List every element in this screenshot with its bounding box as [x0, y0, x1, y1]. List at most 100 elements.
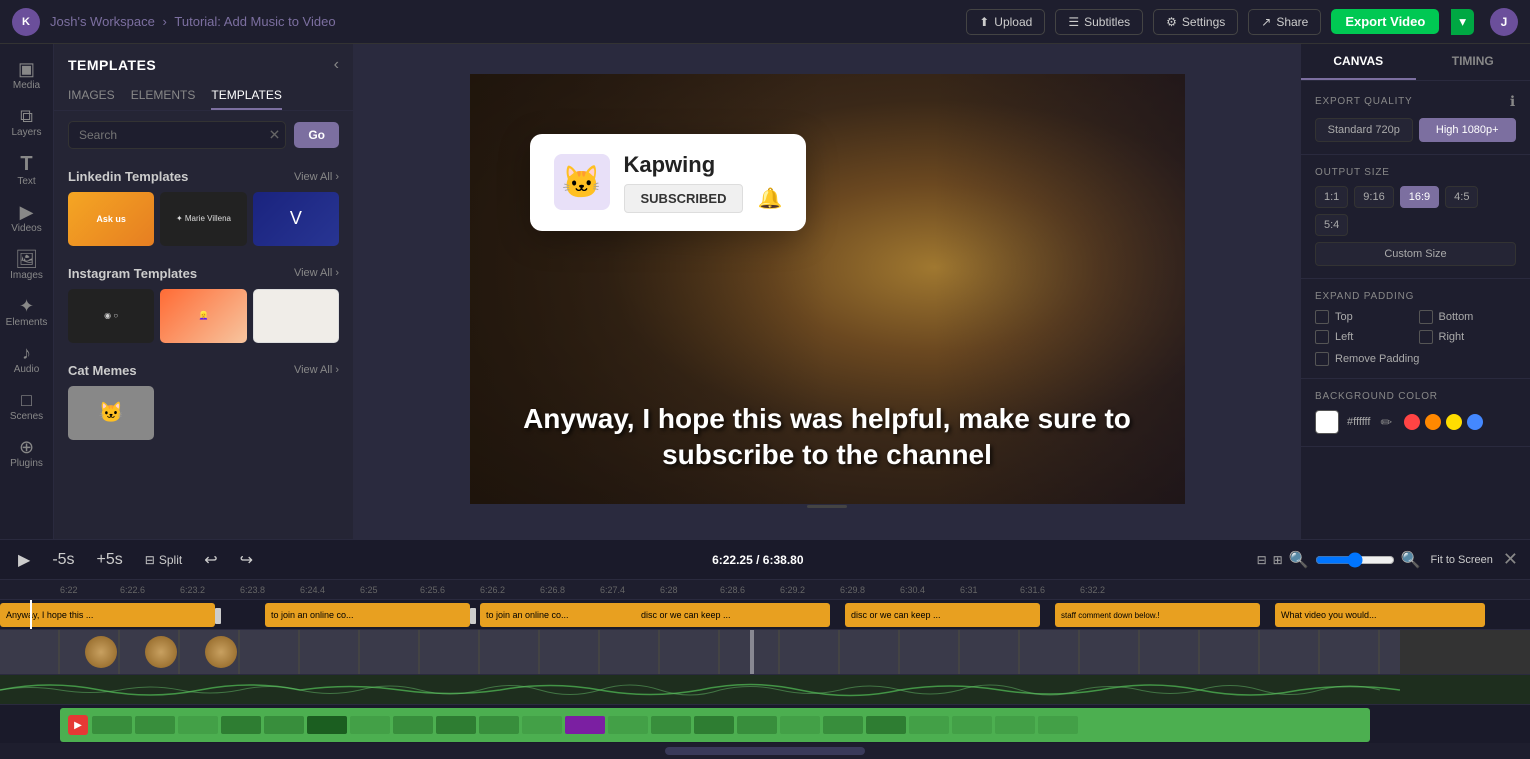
avatar[interactable]: J [1490, 8, 1518, 36]
tab-templates[interactable]: TEMPLATES [211, 82, 281, 110]
sub-segment-2[interactable]: to join an online co... [265, 603, 470, 627]
preset-color-yellow[interactable] [1446, 414, 1462, 430]
sub-segment-5[interactable]: disc or we can keep ... [845, 603, 1040, 627]
search-go-button[interactable]: Go [294, 122, 339, 148]
plus5-button[interactable]: +5s [91, 548, 129, 572]
quality-standard[interactable]: Standard 720p [1315, 118, 1413, 142]
linkedin-template-3[interactable]: V [253, 192, 339, 246]
linkedin-template-2[interactable]: ✦ Marie Villena [160, 192, 246, 246]
padding-bottom[interactable]: Bottom [1419, 310, 1517, 324]
tracks-container[interactable]: Anyway, I hope this ... to join an onlin… [0, 600, 1530, 743]
sidebar-item-media[interactable]: ▣ Media [0, 52, 53, 99]
play-button[interactable]: ▶ [12, 547, 36, 573]
timeline-close-button[interactable]: ✕ [1503, 549, 1518, 570]
instagram-template-2[interactable]: 👱‍♀️ [160, 289, 246, 343]
padding-right[interactable]: Right [1419, 330, 1517, 344]
sidebar-item-plugins[interactable]: ⊕ Plugins [0, 430, 53, 477]
padding-bottom-check[interactable] [1419, 310, 1433, 324]
sub-segment-1[interactable]: Anyway, I hope this ... [0, 603, 215, 627]
sidebar-item-images[interactable]: 🖼 Images [0, 242, 53, 289]
remove-padding-check[interactable] [1315, 352, 1329, 366]
size-4-5[interactable]: 4:5 [1445, 186, 1478, 208]
linkedin-view-all[interactable]: View All › [294, 171, 339, 183]
sub-segment-4[interactable]: disc or we can keep ... [635, 603, 830, 627]
text-icon: T [20, 154, 32, 174]
fit-to-screen-button[interactable]: Fit to Screen [1431, 554, 1493, 566]
panel-title: TEMPLATES [68, 57, 156, 73]
sidebar-item-layers[interactable]: ⧉ Layers [0, 99, 53, 146]
tab-images[interactable]: IMAGES [68, 82, 115, 110]
quality-high[interactable]: High 1080p+ [1419, 118, 1517, 142]
instagram-template-3[interactable] [253, 289, 339, 343]
padding-top[interactable]: Top [1315, 310, 1413, 324]
zoom-slider[interactable] [1315, 552, 1395, 568]
size-1-1[interactable]: 1:1 [1315, 186, 1348, 208]
size-5-4[interactable]: 5:4 [1315, 214, 1348, 236]
sidebar-item-videos[interactable]: ▶ Videos [0, 195, 53, 242]
background-color-section: BACKGROUND COLOR #ffffff ✏ [1301, 379, 1530, 447]
sidebar-item-elements[interactable]: ✦ Elements [0, 289, 53, 336]
instagram-templates-section: Instagram Templates View All › ◉ ○ 👱‍♀️ [54, 256, 353, 343]
sub-segment-6[interactable]: staff comment down below.! [1055, 603, 1260, 627]
undo-button[interactable]: ↩ [198, 547, 223, 573]
size-16-9[interactable]: 16:9 [1400, 186, 1439, 208]
resize-handle[interactable] [470, 504, 1185, 510]
sub-segment-7[interactable]: What video you would... [1275, 603, 1485, 627]
upload-button[interactable]: ⬆ Upload [966, 9, 1045, 35]
export-button[interactable]: Export Video [1331, 9, 1439, 34]
tab-timing[interactable]: TIMING [1416, 44, 1530, 80]
split-button[interactable]: ⊟Split [139, 550, 188, 570]
music-track[interactable]: ▶ [0, 705, 1530, 743]
playhead [30, 600, 32, 630]
search-input[interactable] [68, 121, 286, 149]
video-track[interactable] [0, 630, 1530, 675]
padding-right-check[interactable] [1419, 330, 1433, 344]
workspace-link[interactable]: Josh's Workspace [50, 14, 155, 29]
padding-top-check[interactable] [1315, 310, 1329, 324]
padding-left[interactable]: Left [1315, 330, 1413, 344]
sidebar-item-text[interactable]: T Text [0, 146, 53, 195]
tab-canvas[interactable]: CANVAS [1301, 44, 1416, 80]
export-caret-button[interactable]: ▾ [1451, 9, 1474, 35]
subtitles-button[interactable]: ☰ Subtitles [1055, 9, 1143, 35]
cat-meme-1[interactable]: 🐱 [68, 386, 154, 440]
audio-waveform-track[interactable] [0, 675, 1530, 705]
remove-padding[interactable]: Remove Padding [1315, 352, 1516, 366]
segment-handle-1[interactable] [215, 608, 221, 624]
preset-color-red[interactable] [1404, 414, 1420, 430]
subscribe-button[interactable]: SUBSCRIBED [624, 184, 744, 213]
cat-memes-grid: 🐱 [68, 386, 339, 440]
custom-size-button[interactable]: Custom Size [1315, 242, 1516, 266]
instagram-view-all[interactable]: View All › [294, 267, 339, 279]
notification-popup: 🐱 Kapwing SUBSCRIBED 🔔 [530, 134, 807, 231]
padding-left-check[interactable] [1315, 330, 1329, 344]
preset-color-orange[interactable] [1425, 414, 1441, 430]
linkedin-template-1[interactable]: Ask us [68, 192, 154, 246]
color-swatch-white[interactable] [1315, 410, 1339, 434]
panel-close-button[interactable]: ‹ [334, 56, 339, 74]
search-clear-button[interactable]: ✕ [269, 127, 281, 144]
zoom-out-icon[interactable]: ⊟ [1257, 553, 1267, 567]
minus5-button[interactable]: -5s [46, 548, 80, 572]
timeline-scrollbar[interactable] [0, 743, 1530, 759]
zoom-in-icon[interactable]: ⊞ [1273, 553, 1283, 567]
ruler-mark-16: 6:31.6 [1020, 585, 1080, 595]
preset-color-blue[interactable] [1467, 414, 1483, 430]
tab-elements[interactable]: ELEMENTS [131, 82, 196, 110]
quality-info-icon[interactable]: ℹ [1510, 93, 1516, 110]
music-segment[interactable]: ▶ [60, 708, 1370, 742]
scroll-thumb[interactable] [665, 747, 865, 755]
catmemes-view-all[interactable]: View All › [294, 364, 339, 376]
sidebar-item-scenes[interactable]: □ Scenes [0, 383, 53, 430]
total-time: 6:38.80 [763, 553, 804, 567]
color-edit-icon[interactable]: ✏ [1380, 414, 1392, 431]
instagram-template-1[interactable]: ◉ ○ [68, 289, 154, 343]
redo-button[interactable]: ↪ [234, 547, 259, 573]
share-button[interactable]: ↗ Share [1248, 9, 1321, 35]
video-container[interactable]: 🐱 Kapwing SUBSCRIBED 🔔 Anyway, I hope th… [470, 74, 1185, 504]
sidebar-label-layers: Layers [11, 127, 41, 138]
segment-handle-2[interactable] [470, 608, 476, 624]
size-9-16[interactable]: 9:16 [1354, 186, 1393, 208]
sidebar-item-audio[interactable]: ♪ Audio [0, 336, 53, 383]
settings-button[interactable]: ⚙ Settings [1153, 9, 1238, 35]
